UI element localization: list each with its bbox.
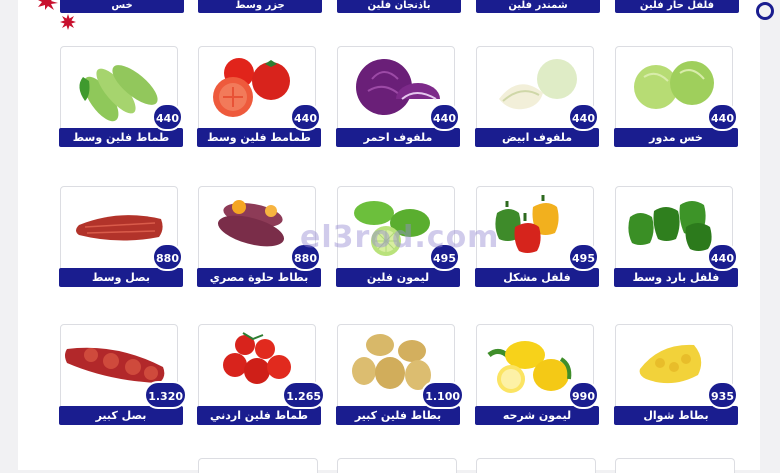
product-card[interactable]: فلفل مشكل 495 (475, 186, 599, 287)
price-badge: 495 (429, 243, 460, 271)
price-badge: 935 (707, 381, 738, 409)
price-badge: 1.265 (282, 381, 325, 409)
price-badge: 880 (290, 243, 321, 271)
price-badge: 1.320 (144, 381, 187, 409)
product-label: جزر وسط (198, 0, 322, 13)
product-card[interactable]: بطاط حلوة مصري 880 (197, 186, 321, 287)
product-card[interactable]: طماط فلين وسط 440 (59, 46, 183, 147)
price-badge: 440 (707, 243, 738, 271)
star-burst-icon (60, 14, 76, 30)
flyer-page: خس جزر وسط باذنجان فلين شمندر فلين فلفل … (18, 0, 774, 473)
product-label: خس (60, 0, 184, 13)
price-badge: 440 (707, 103, 738, 131)
product-card[interactable]: بصل وسط 880 (59, 186, 183, 287)
product-card[interactable]: بطاط فلين كبير 1.100 (336, 324, 464, 425)
product-card[interactable]: طماط فلين اردني 1.265 (197, 324, 325, 425)
product-card[interactable]: طمامط فلين وسط 440 (197, 46, 321, 147)
price-badge: 990 (568, 381, 599, 409)
product-card[interactable]: ليمون فلين 495 (336, 186, 460, 287)
product-label: فلفل حار فلين (615, 0, 739, 13)
circle-icon (756, 2, 774, 20)
product-card[interactable]: فلفل بارد وسط 440 (614, 186, 738, 287)
product-card[interactable] (615, 458, 735, 473)
price-badge: 440 (152, 103, 183, 131)
price-badge: 495 (568, 243, 599, 271)
product-label: شمندر فلين (476, 0, 600, 13)
product-card[interactable]: ملفوف ابيض 440 (475, 46, 599, 147)
price-badge: 880 (152, 243, 183, 271)
product-card[interactable]: خس مدور 440 (614, 46, 738, 147)
product-card[interactable] (198, 458, 318, 473)
product-label: باذنجان فلين (337, 0, 461, 13)
price-badge: 440 (429, 103, 460, 131)
price-badge: 440 (568, 103, 599, 131)
product-card[interactable]: ملفوف احمر 440 (336, 46, 460, 147)
price-badge: 1.100 (421, 381, 464, 409)
product-card[interactable] (337, 458, 457, 473)
product-card[interactable]: بصل كبير 1.320 (59, 324, 187, 425)
price-badge: 440 (290, 103, 321, 131)
star-burst-icon (38, 0, 58, 10)
product-card[interactable]: بطاط شوال 935 (614, 324, 738, 425)
product-card[interactable] (476, 458, 596, 473)
product-card[interactable]: ليمون شرحه 990 (475, 324, 599, 425)
